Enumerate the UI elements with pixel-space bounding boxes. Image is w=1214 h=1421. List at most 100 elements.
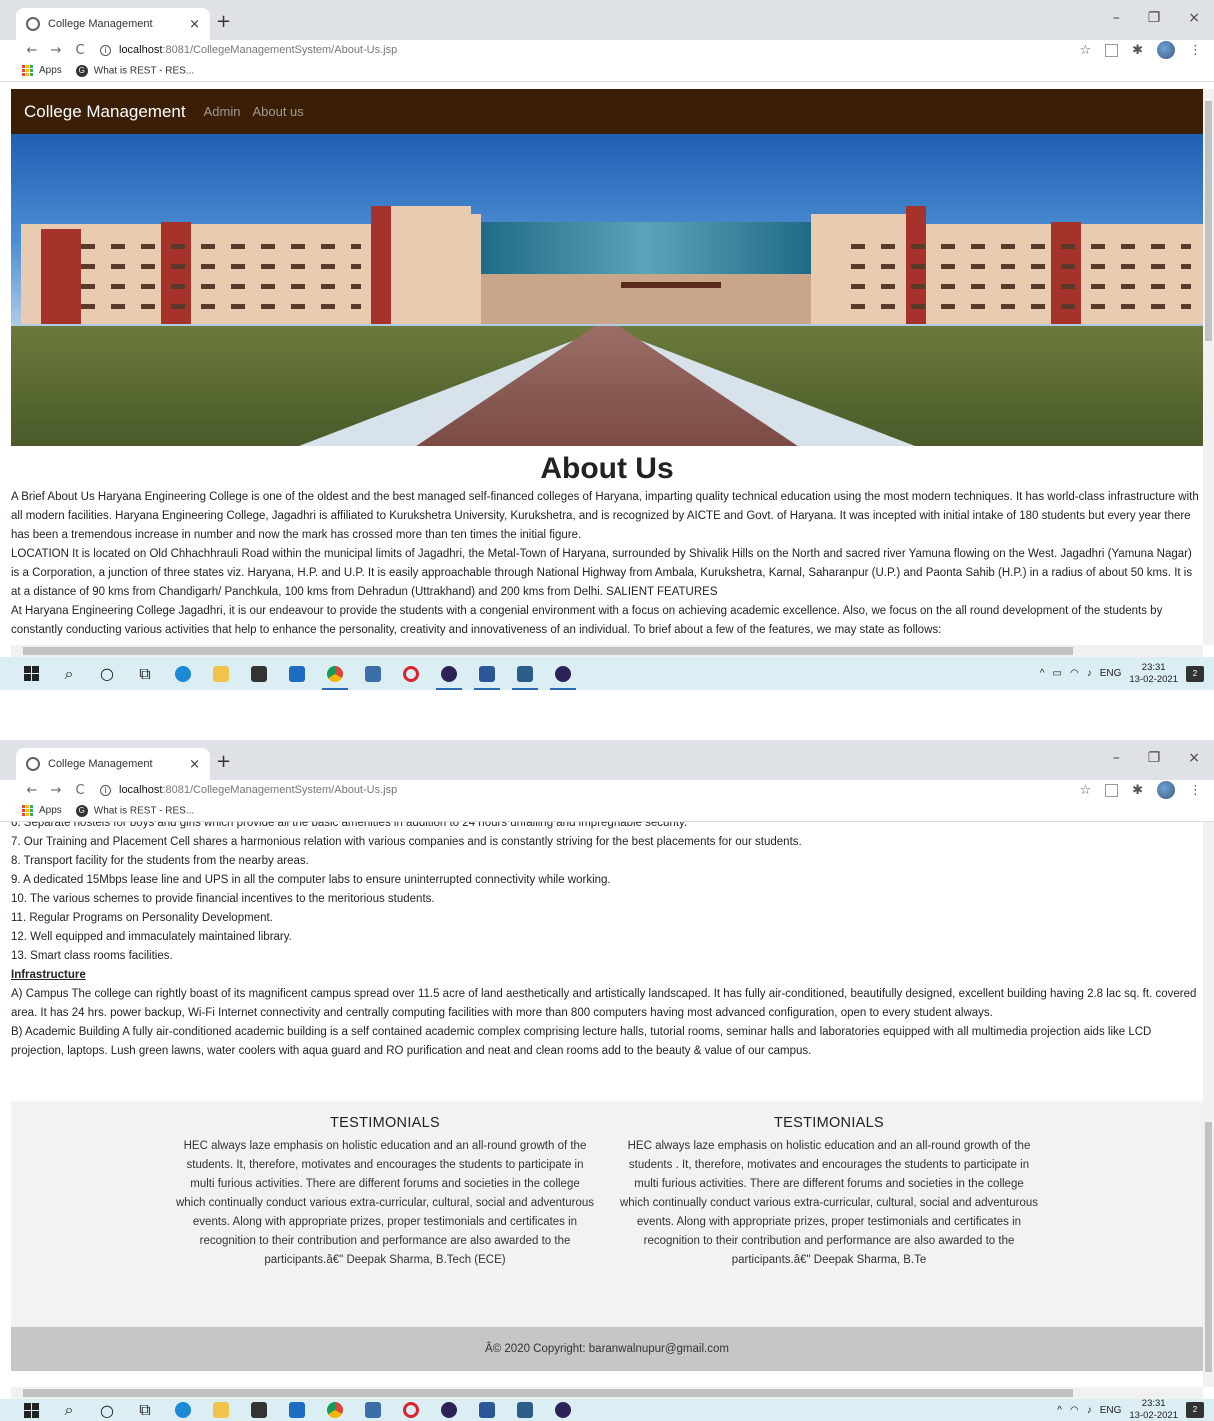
windows-taskbar: ⌕ ○ ⧉ ^ ▭ ◠ ♪ ENG 23:31 13-02-2021 2 — [0, 657, 1214, 690]
url-input[interactable]: i localhost:8081/CollegeManagementSystem… — [100, 40, 1180, 60]
clock[interactable]: 23:31 13-02-2021 — [1129, 662, 1178, 686]
forward-icon[interactable]: → — [44, 43, 68, 58]
bookmark-favicon: G — [75, 64, 88, 77]
back-icon[interactable]: ← — [20, 43, 44, 58]
reload-icon[interactable]: C — [68, 43, 92, 58]
features-list: 6. Separate hostels for boys and girls w… — [11, 822, 1203, 1061]
vertical-scrollbar[interactable] — [1203, 89, 1214, 645]
file-explorer-icon[interactable] — [202, 1399, 240, 1421]
close-window-button[interactable]: × — [1188, 750, 1200, 766]
nav-about-us[interactable]: About us — [252, 104, 303, 119]
bookmark-favicon: G — [75, 804, 88, 817]
horizontal-scrollbar[interactable] — [11, 1387, 1203, 1399]
chrome-icon[interactable] — [316, 657, 354, 690]
close-tab-icon[interactable]: × — [189, 17, 200, 32]
windows-start-icon[interactable] — [12, 1399, 50, 1421]
windows-start-icon[interactable] — [12, 657, 50, 690]
copyright-text: Â© 2020 Copyright: baranwalnupur@gmail.c… — [485, 1343, 729, 1355]
opera-icon[interactable] — [392, 1399, 430, 1421]
star-icon[interactable]: ☆ — [1079, 43, 1091, 58]
new-tab-button[interactable]: + — [216, 751, 231, 772]
task-view-icon[interactable]: ⧉ — [126, 657, 164, 690]
browser-tab[interactable]: College Management × — [16, 748, 210, 780]
mail-icon[interactable] — [278, 1399, 316, 1421]
cortana-icon[interactable]: ○ — [88, 1399, 126, 1421]
cortana-icon[interactable]: ○ — [88, 657, 126, 690]
volume-icon[interactable]: ♪ — [1087, 1405, 1092, 1416]
word-icon[interactable] — [468, 657, 506, 690]
bookmarks-bar: Apps G What is REST - RES... — [0, 800, 1214, 822]
edge-icon[interactable] — [164, 657, 202, 690]
sql-icon[interactable] — [506, 657, 544, 690]
chrome-icon[interactable] — [316, 1399, 354, 1421]
info-icon[interactable]: i — [100, 784, 111, 796]
search-icon[interactable]: ⌕ — [50, 1399, 88, 1421]
opera-icon[interactable] — [392, 657, 430, 690]
brand-link[interactable]: College Management — [24, 102, 186, 122]
search-icon[interactable]: ⌕ — [50, 657, 88, 690]
bookmark-rest[interactable]: G What is REST - RES... — [75, 64, 194, 77]
eclipse-icon[interactable] — [430, 657, 468, 690]
tab-strip: College Management × + – ❐ × — [0, 0, 1214, 40]
extension-icon[interactable] — [1105, 43, 1119, 57]
bookmark-apps[interactable]: Apps — [22, 804, 62, 816]
mail-icon[interactable] — [278, 657, 316, 690]
eclipse-icon[interactable] — [430, 1399, 468, 1421]
language-indicator[interactable]: ENG — [1100, 1405, 1122, 1416]
store-icon[interactable] — [240, 657, 278, 690]
url-input[interactable]: i localhost:8081/CollegeManagementSystem… — [100, 780, 1180, 800]
puzzle-icon[interactable]: ✱ — [1132, 783, 1143, 798]
store-icon[interactable] — [240, 1399, 278, 1421]
minimize-button[interactable]: – — [1113, 10, 1120, 26]
infrastructure-paragraph: A) Campus The college can rightly boast … — [11, 988, 1197, 1019]
url-path: :8081/CollegeManagementSystem/About-Us.j… — [162, 44, 398, 56]
eclipse2-icon[interactable] — [544, 1399, 582, 1421]
eclipse2-icon[interactable] — [544, 657, 582, 690]
notification-icon[interactable]: 2 — [1186, 1402, 1204, 1418]
bookmark-apps[interactable]: Apps — [22, 64, 62, 76]
forward-icon[interactable]: → — [44, 783, 68, 798]
chevron-up-icon[interactable]: ^ — [1057, 1405, 1062, 1416]
puzzle-icon[interactable]: ✱ — [1132, 43, 1143, 58]
nav-admin[interactable]: Admin — [204, 104, 241, 119]
profile-avatar[interactable] — [1157, 781, 1175, 799]
apps-grid-icon — [22, 804, 33, 816]
reload-icon[interactable]: C — [68, 783, 92, 798]
maximize-button[interactable]: ❐ — [1148, 10, 1161, 26]
word-icon[interactable] — [468, 1399, 506, 1421]
new-tab-button[interactable]: + — [216, 11, 231, 32]
page-title: About Us — [540, 452, 674, 485]
battery-icon[interactable]: ▭ — [1053, 668, 1062, 679]
bookmark-rest[interactable]: G What is REST - RES... — [75, 804, 194, 817]
minimize-button[interactable]: – — [1113, 750, 1120, 766]
wifi-icon[interactable]: ◠ — [1070, 668, 1079, 679]
list-item: 13. Smart class rooms facilities. — [11, 950, 173, 962]
sql-icon[interactable] — [506, 1399, 544, 1421]
close-tab-icon[interactable]: × — [189, 757, 200, 772]
extension-icon[interactable] — [1105, 783, 1119, 797]
info-icon[interactable]: i — [100, 44, 111, 56]
language-indicator[interactable]: ENG — [1100, 668, 1122, 679]
notification-icon[interactable]: 2 — [1186, 665, 1204, 682]
clock[interactable]: 23:31 13-02-2021 — [1129, 1399, 1178, 1421]
edge-icon[interactable] — [164, 1399, 202, 1421]
virtualbox-icon[interactable] — [354, 657, 392, 690]
close-window-button[interactable]: × — [1188, 10, 1200, 26]
maximize-button[interactable]: ❐ — [1148, 750, 1161, 766]
menu-icon[interactable]: ⋮ — [1189, 43, 1202, 58]
horizontal-scrollbar[interactable] — [11, 645, 1203, 657]
back-icon[interactable]: ← — [20, 783, 44, 798]
list-item: 10. The various schemes to provide finan… — [11, 893, 435, 905]
file-explorer-icon[interactable] — [202, 657, 240, 690]
virtualbox-icon[interactable] — [354, 1399, 392, 1421]
wifi-icon[interactable]: ◠ — [1070, 1405, 1079, 1416]
volume-icon[interactable]: ♪ — [1087, 668, 1092, 679]
browser-tab[interactable]: College Management × — [16, 8, 210, 40]
chevron-up-icon[interactable]: ^ — [1040, 668, 1045, 679]
profile-avatar[interactable] — [1157, 41, 1175, 59]
task-view-icon[interactable]: ⧉ — [126, 1399, 164, 1421]
star-icon[interactable]: ☆ — [1079, 783, 1091, 798]
vertical-scrollbar[interactable] — [1203, 822, 1214, 1387]
menu-icon[interactable]: ⋮ — [1189, 783, 1202, 798]
list-item: 7. Our Training and Placement Cell share… — [11, 836, 802, 848]
